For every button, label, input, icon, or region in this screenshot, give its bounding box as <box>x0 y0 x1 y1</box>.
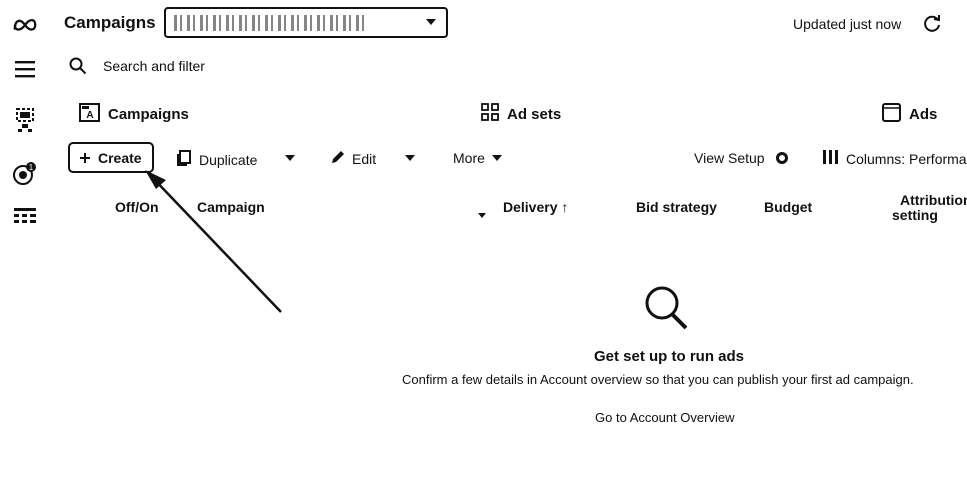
tab-label: Ad sets <box>507 105 562 123</box>
column-header-bid-strategy[interactable]: Bid strategy <box>636 199 717 215</box>
columns-icon <box>823 150 839 167</box>
duplicate-dropdown[interactable] <box>285 155 295 161</box>
columns-label: Columns: Performar <box>846 150 967 167</box>
duplicate-icon <box>176 150 192 169</box>
hamburger-menu-icon[interactable] <box>12 56 38 82</box>
create-label: Create <box>98 149 142 166</box>
chevron-down-icon <box>491 155 502 161</box>
notifications-icon[interactable]: 1 <box>12 160 38 186</box>
columns-button[interactable]: Columns: Performar <box>823 150 967 167</box>
tab-campaigns[interactable]: A Campaigns <box>79 103 189 126</box>
column-header-budget[interactable]: Budget <box>764 199 812 215</box>
search-icon[interactable] <box>69 57 87 75</box>
more-label: More <box>453 150 485 166</box>
view-setup-label: View Setup <box>694 150 765 166</box>
meta-logo-icon[interactable] <box>12 12 38 38</box>
edit-button[interactable]: Edit <box>330 150 376 168</box>
create-button[interactable]: Create <box>68 142 154 173</box>
ad-sets-grid-icon <box>481 103 499 125</box>
campaign-column-sort[interactable] <box>478 205 486 223</box>
column-header-attribution-setting: setting <box>892 207 938 223</box>
page-title: Campaigns <box>64 13 156 32</box>
account-selector[interactable] <box>164 7 448 38</box>
more-button[interactable]: More <box>453 150 502 166</box>
account-name-redacted <box>174 15 364 31</box>
campaigns-folder-icon: A <box>79 103 100 126</box>
search-input[interactable]: Search and filter <box>103 58 205 74</box>
tab-ads[interactable]: Ads <box>882 103 937 126</box>
empty-state-description: Confirm a few details in Account overvie… <box>402 372 914 387</box>
updated-status: Updated just now <box>793 16 902 32</box>
table-grid-icon[interactable] <box>12 203 38 229</box>
tab-ad-sets[interactable]: Ad sets <box>481 103 561 125</box>
pencil-icon <box>330 150 345 168</box>
empty-state-title: Get set up to run ads <box>594 348 745 365</box>
view-setup-toggle[interactable]: View Setup <box>694 150 788 166</box>
annotation-arrow <box>145 170 282 313</box>
column-header-attribution[interactable]: Attribution <box>900 192 967 208</box>
duplicate-label: Duplicate <box>199 151 258 168</box>
chevron-down-icon <box>478 213 486 218</box>
edit-dropdown[interactable] <box>405 155 415 161</box>
chevron-down-icon <box>285 155 295 161</box>
ads-manager-icon[interactable] <box>12 107 38 133</box>
chevron-down-icon <box>405 155 415 161</box>
search-icon <box>642 284 692 334</box>
toggle-radio-icon <box>775 152 788 164</box>
edit-label: Edit <box>352 151 377 167</box>
tab-label: Campaigns <box>108 106 189 123</box>
column-header-off-on[interactable]: Off/On <box>115 199 159 215</box>
duplicate-button[interactable]: Duplicate <box>176 150 257 169</box>
svg-text:1: 1 <box>29 163 34 172</box>
plus-icon <box>80 150 90 166</box>
refresh-icon[interactable] <box>922 13 942 33</box>
svg-text:A: A <box>86 110 93 121</box>
tab-label: Ads <box>909 106 938 123</box>
column-header-campaign[interactable]: Campaign <box>197 199 265 215</box>
chevron-down-icon <box>426 19 436 25</box>
ads-square-icon <box>882 103 901 126</box>
column-header-delivery[interactable]: Delivery ↑ <box>503 199 568 215</box>
account-overview-link[interactable]: Go to Account Overview <box>595 410 734 425</box>
